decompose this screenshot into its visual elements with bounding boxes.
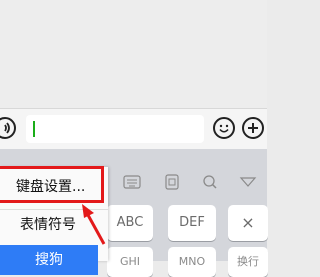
annotation-arrow [82, 204, 106, 245]
